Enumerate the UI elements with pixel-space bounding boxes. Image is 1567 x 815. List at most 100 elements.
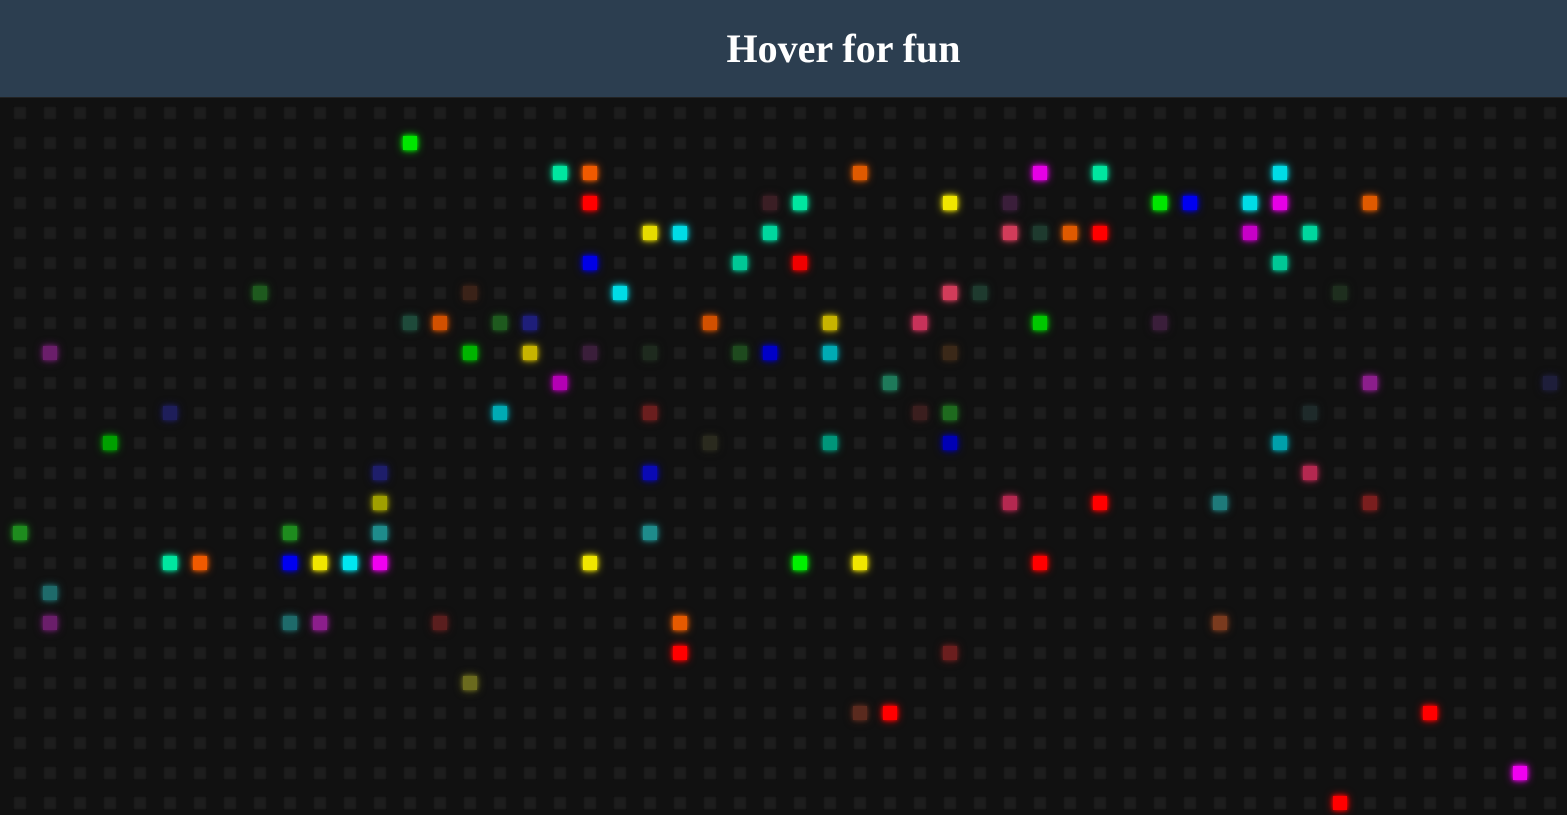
grid-cell[interactable] [1153,226,1167,240]
grid-cell[interactable] [1453,496,1467,510]
grid-cell[interactable] [823,256,837,270]
grid-cell[interactable] [1483,166,1497,180]
grid-cell[interactable] [853,256,867,270]
grid-cell[interactable] [1153,796,1167,810]
grid-cell[interactable] [403,226,417,240]
grid-cell[interactable] [523,226,537,240]
grid-cell[interactable] [133,286,147,300]
grid-cell[interactable] [1123,436,1137,450]
grid-cell[interactable] [1303,136,1317,150]
grid-cell[interactable] [1153,736,1167,750]
grid-cell[interactable] [373,556,387,570]
grid-cell[interactable] [253,616,267,630]
grid-cell[interactable] [913,466,927,480]
grid-cell[interactable] [913,316,927,330]
grid-cell[interactable] [1453,376,1467,390]
grid-cell[interactable] [643,646,657,660]
grid-cell[interactable] [973,226,987,240]
grid-cell[interactable] [793,226,807,240]
grid-cell[interactable] [1393,736,1407,750]
grid-cell[interactable] [223,526,237,540]
grid-cell[interactable] [1543,136,1557,150]
grid-cell[interactable] [463,256,477,270]
grid-cell[interactable] [343,586,357,600]
grid-cell[interactable] [1453,736,1467,750]
grid-cell[interactable] [1063,676,1077,690]
grid-cell[interactable] [103,316,117,330]
grid-cell[interactable] [163,286,177,300]
grid-cell[interactable] [703,676,717,690]
grid-cell[interactable] [1273,346,1287,360]
grid-cell[interactable] [1093,436,1107,450]
grid-cell[interactable] [913,616,927,630]
grid-cell[interactable] [1123,286,1137,300]
grid-cell[interactable] [193,556,207,570]
grid-cell[interactable] [1363,466,1377,480]
grid-cell[interactable] [1273,496,1287,510]
grid-cell[interactable] [283,466,297,480]
grid-cell[interactable] [1543,436,1557,450]
grid-cell[interactable] [1243,706,1257,720]
grid-cell[interactable] [1063,106,1077,120]
grid-cell[interactable] [823,226,837,240]
grid-cell[interactable] [253,196,267,210]
grid-cell[interactable] [163,406,177,420]
grid-cell[interactable] [1303,766,1317,780]
grid-cell[interactable] [1273,166,1287,180]
grid-cell[interactable] [43,466,57,480]
grid-cell[interactable] [793,106,807,120]
grid-cell[interactable] [1093,406,1107,420]
grid-cell[interactable] [1093,136,1107,150]
grid-cell[interactable] [643,706,657,720]
grid-cell[interactable] [1453,706,1467,720]
grid-cell[interactable] [1093,106,1107,120]
grid-cell[interactable] [1453,646,1467,660]
grid-cell[interactable] [493,736,507,750]
grid-cell[interactable] [373,766,387,780]
grid-cell[interactable] [1123,406,1137,420]
grid-cell[interactable] [583,766,597,780]
grid-cell[interactable] [1273,376,1287,390]
grid-cell[interactable] [823,466,837,480]
grid-cell[interactable] [553,256,567,270]
grid-cell[interactable] [1303,256,1317,270]
grid-cell[interactable] [1363,706,1377,720]
grid-cell[interactable] [1423,466,1437,480]
grid-cell[interactable] [1363,196,1377,210]
grid-cell[interactable] [433,676,447,690]
grid-cell[interactable] [1513,526,1527,540]
grid-cell[interactable] [1243,376,1257,390]
grid-cell[interactable] [1213,616,1227,630]
grid-cell[interactable] [613,766,627,780]
grid-cell[interactable] [1213,736,1227,750]
grid-cell[interactable] [1213,436,1227,450]
grid-cell[interactable] [223,706,237,720]
grid-cell[interactable] [553,286,567,300]
grid-cell[interactable] [1423,616,1437,630]
grid-cell[interactable] [493,196,507,210]
grid-cell[interactable] [253,346,267,360]
grid-cell[interactable] [853,556,867,570]
grid-cell[interactable] [1033,226,1047,240]
grid-cell[interactable] [1153,256,1167,270]
grid-cell[interactable] [103,136,117,150]
grid-cell[interactable] [1033,706,1047,720]
grid-cell[interactable] [43,676,57,690]
grid-cell[interactable] [313,286,327,300]
grid-cell[interactable] [973,706,987,720]
grid-cell[interactable] [43,376,57,390]
grid-cell[interactable] [943,676,957,690]
grid-cell[interactable] [133,556,147,570]
grid-cell[interactable] [823,406,837,420]
grid-cell[interactable] [1033,406,1047,420]
grid-cell[interactable] [133,346,147,360]
grid-cell[interactable] [853,436,867,450]
grid-cell[interactable] [523,256,537,270]
grid-cell[interactable] [523,166,537,180]
grid-cell[interactable] [1183,526,1197,540]
grid-cell[interactable] [253,556,267,570]
grid-cell[interactable] [1303,616,1317,630]
grid-cell[interactable] [133,766,147,780]
grid-cell[interactable] [1513,376,1527,390]
grid-cell[interactable] [1363,406,1377,420]
